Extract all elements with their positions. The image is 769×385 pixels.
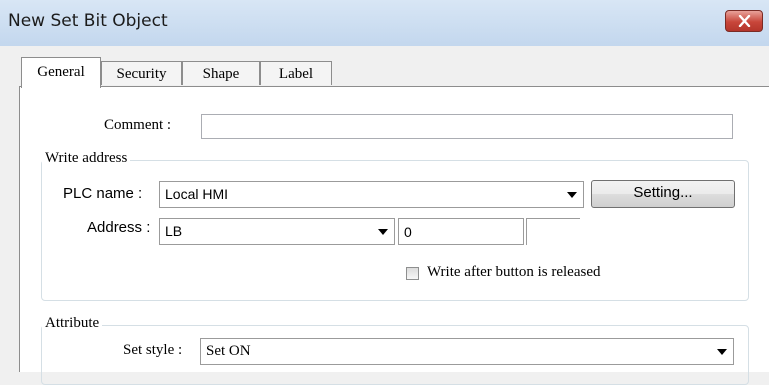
attribute-group-label: Attribute bbox=[42, 315, 103, 332]
dialog-window: New Set Bit Object General Security Shap… bbox=[0, 0, 769, 385]
title-bar[interactable]: New Set Bit Object bbox=[0, 0, 769, 47]
address-type-value: LB bbox=[165, 223, 183, 239]
address-extra-field[interactable] bbox=[526, 218, 580, 245]
tab-general[interactable]: General bbox=[21, 57, 101, 88]
address-label: Address : bbox=[87, 219, 151, 236]
setting-button[interactable]: Setting... bbox=[591, 180, 735, 208]
plc-name-label: PLC name : bbox=[63, 185, 143, 202]
chevron-down-icon bbox=[567, 192, 577, 198]
write-after-release-label: Write after button is released bbox=[427, 264, 601, 280]
set-style-select[interactable]: Set ON bbox=[200, 338, 734, 365]
chevron-down-icon bbox=[717, 349, 727, 355]
tab-shape[interactable]: Shape bbox=[182, 61, 260, 85]
close-icon bbox=[738, 15, 751, 27]
chevron-down-icon bbox=[378, 229, 388, 235]
write-address-group-label: Write address bbox=[42, 150, 131, 167]
set-style-value: Set ON bbox=[206, 343, 251, 359]
write-after-release-checkbox[interactable] bbox=[406, 267, 419, 280]
tab-label[interactable]: Label bbox=[260, 61, 332, 85]
plc-name-select[interactable]: Local HMI bbox=[159, 181, 584, 208]
address-type-select[interactable]: LB bbox=[159, 218, 395, 245]
tab-strip: General Security Shape Label bbox=[0, 46, 769, 88]
tab-security[interactable]: Security bbox=[101, 61, 182, 85]
plc-name-value: Local HMI bbox=[165, 186, 229, 202]
close-button[interactable] bbox=[725, 10, 763, 32]
address-number-input[interactable] bbox=[398, 218, 524, 245]
comment-input[interactable] bbox=[201, 114, 733, 139]
window-title: New Set Bit Object bbox=[8, 11, 168, 31]
set-style-label: Set style : bbox=[123, 342, 183, 358]
comment-label: Comment : bbox=[104, 117, 172, 133]
